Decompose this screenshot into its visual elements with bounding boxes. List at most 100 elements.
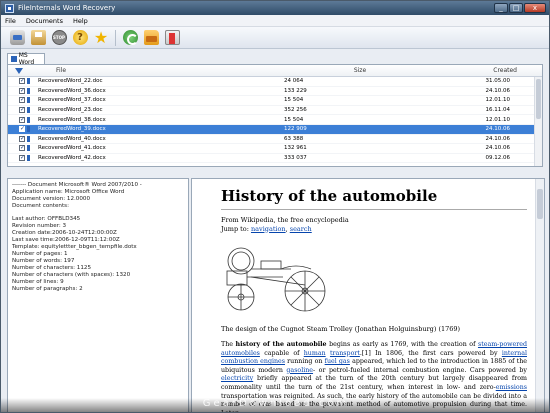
folder-button[interactable] xyxy=(142,29,160,47)
toolbar-separator xyxy=(115,29,116,46)
title-bar[interactable]: FileInternals Word Recovery _ □ x xyxy=(1,1,549,15)
row-checkbox[interactable]: ✓ xyxy=(19,145,25,152)
app-window: FileInternals Word Recovery _ □ x File D… xyxy=(0,0,550,413)
row-checkbox-cell: ✓ xyxy=(8,97,30,104)
p-text: - or petrol-fueled internal combustion e… xyxy=(313,366,527,374)
link-human[interactable]: human xyxy=(304,350,326,357)
column-file[interactable]: File xyxy=(30,67,260,74)
row-created: 12.01.10 xyxy=(485,97,511,104)
stop-button[interactable]: STOP xyxy=(50,29,68,47)
row-checkbox[interactable]: ✓ xyxy=(19,87,25,94)
table-row[interactable]: ✓ RecoveredWord_23.doc 352 256 16.11.04 xyxy=(8,106,542,116)
props-author: Last author: OFFBLD345 xyxy=(12,216,81,222)
exit-icon xyxy=(164,30,180,45)
file-rows: ✓ RecoveredWord_22.doc 24 064 31.05.00 ✓ Reco… xyxy=(8,77,542,164)
props-revision: Revision number: 3 xyxy=(12,223,67,229)
row-file-size: 132 961 xyxy=(284,145,307,152)
p-text: capable of xyxy=(259,349,304,357)
table-row[interactable]: ✓ RecoveredWord_38.docx 15 504 12.01.10 xyxy=(8,115,542,125)
document-preview: History of the automobile From Wikipedia… xyxy=(191,178,545,412)
splitter[interactable] xyxy=(1,167,549,177)
table-row[interactable]: ✓ RecoveredWord_40.docx 63 388 24.10.06 xyxy=(8,135,542,145)
help-button[interactable]: ? xyxy=(71,29,89,47)
p-text: The xyxy=(221,341,236,348)
props-characters: Number of characters: 1125 xyxy=(12,265,92,271)
preview-scrollbar[interactable] xyxy=(535,179,544,412)
menu-documents[interactable]: Documents xyxy=(26,17,63,25)
props-template: Template: equitylettter_bbgen_tempfile.d… xyxy=(12,244,137,250)
window-controls: _ □ x xyxy=(494,3,546,13)
row-created: 24.10.06 xyxy=(485,87,511,94)
save-button[interactable] xyxy=(29,29,47,47)
article-title: History of the automobile xyxy=(221,187,527,210)
refresh-icon xyxy=(122,30,138,45)
exit-button[interactable] xyxy=(163,29,181,47)
row-file-size: 333 037 xyxy=(284,155,307,162)
watermark: GearDownload.com xyxy=(1,398,549,412)
link-transport[interactable]: transport xyxy=(330,350,360,357)
row-file-size: 15 504 xyxy=(284,97,304,104)
link-electricity[interactable]: electricity xyxy=(221,375,253,382)
row-checkbox[interactable]: ✓ xyxy=(19,116,25,123)
row-created: 12.01.10 xyxy=(485,116,511,123)
close-button[interactable]: x xyxy=(524,3,546,13)
menu-help[interactable]: Help xyxy=(73,17,88,25)
menu-file[interactable]: File xyxy=(5,17,16,25)
refresh-button[interactable] xyxy=(121,29,139,47)
row-checkbox-cell: ✓ xyxy=(8,116,30,123)
row-checkbox-cell: ✓ xyxy=(8,107,30,114)
link-gasoline[interactable]: gasoline xyxy=(286,367,313,374)
cugnot-trolley-image xyxy=(221,239,329,317)
row-checkbox[interactable]: ✓ xyxy=(19,126,25,133)
table-row[interactable]: ✓ RecoveredWord_36.docx 133 229 24.10.06 xyxy=(8,87,542,97)
row-checkbox[interactable]: ✓ xyxy=(19,135,25,142)
word-icon xyxy=(11,56,17,62)
table-row[interactable]: ✓ RecoveredWord_22.doc 24 064 31.05.00 xyxy=(8,77,542,87)
navigation-link[interactable]: navigation xyxy=(251,225,286,233)
p-bold: history of the automobile xyxy=(235,341,327,348)
row-file-size: 63 388 xyxy=(284,135,304,142)
link-fuel-gas[interactable]: fuel gas xyxy=(325,358,350,365)
table-row[interactable]: ✓ RecoveredWord_37.docx 15 504 12.01.10 xyxy=(8,96,542,106)
favorite-button[interactable]: ★ xyxy=(92,29,110,47)
row-checkbox-cell: ✓ xyxy=(8,135,30,142)
open-icon xyxy=(9,30,25,45)
props-header: ------- Document Microsoft® Word 2007/20… xyxy=(12,182,142,188)
p-text: briefly appeared at the turn of the 20th… xyxy=(221,375,527,391)
row-file-name: RecoveredWord_37.docx xyxy=(38,97,106,104)
file-list-scrollbar[interactable] xyxy=(534,77,542,166)
row-file-name: RecoveredWord_22.doc xyxy=(38,78,103,85)
props-contents: Document contents: xyxy=(12,203,69,209)
row-created: 16.11.04 xyxy=(485,107,511,114)
table-row[interactable]: ✓ RecoveredWord_42.docx 333 037 09.12.06 xyxy=(8,154,542,164)
table-row[interactable]: ✓ RecoveredWord_39.docx 122 909 24.10.06 xyxy=(8,124,542,135)
row-checkbox[interactable]: ✓ xyxy=(19,97,25,104)
jump-to: Jump to: navigation, search xyxy=(221,225,527,234)
open-button[interactable] xyxy=(8,29,26,47)
maximize-button[interactable]: □ xyxy=(509,3,523,13)
file-list-header: File Size Created xyxy=(8,65,542,77)
save-icon xyxy=(30,30,46,45)
filter-icon xyxy=(15,67,23,74)
tab-ms-word[interactable]: MS Word xyxy=(7,52,45,66)
props-application: Application name: Microsoft Office Word xyxy=(12,189,125,195)
row-file-size: 352 256 xyxy=(284,107,307,114)
minimize-button[interactable]: _ xyxy=(494,3,508,13)
column-size[interactable]: Size xyxy=(260,67,460,74)
row-checkbox-cell: ✓ xyxy=(8,155,30,162)
search-link[interactable]: search xyxy=(290,225,312,233)
row-created: 24.10.06 xyxy=(485,135,511,142)
filter-button[interactable] xyxy=(8,67,30,74)
column-created[interactable]: Created xyxy=(460,67,542,74)
row-checkbox[interactable]: ✓ xyxy=(19,155,25,162)
link-emissions[interactable]: emissions xyxy=(496,384,527,391)
table-row[interactable]: ✓ RecoveredWord_41.docx 132 961 24.10.06 xyxy=(8,144,542,154)
row-file-name: RecoveredWord_41.docx xyxy=(38,145,106,152)
row-checkbox-cell: ✓ xyxy=(8,78,30,85)
toolbar: STOP ? ★ xyxy=(1,27,549,49)
row-checkbox[interactable]: ✓ xyxy=(19,78,25,85)
row-created: 24.10.06 xyxy=(485,145,511,152)
row-file-size: 122 909 xyxy=(284,126,307,133)
row-file-name: RecoveredWord_36.docx xyxy=(38,87,106,94)
row-checkbox[interactable]: ✓ xyxy=(19,107,25,114)
